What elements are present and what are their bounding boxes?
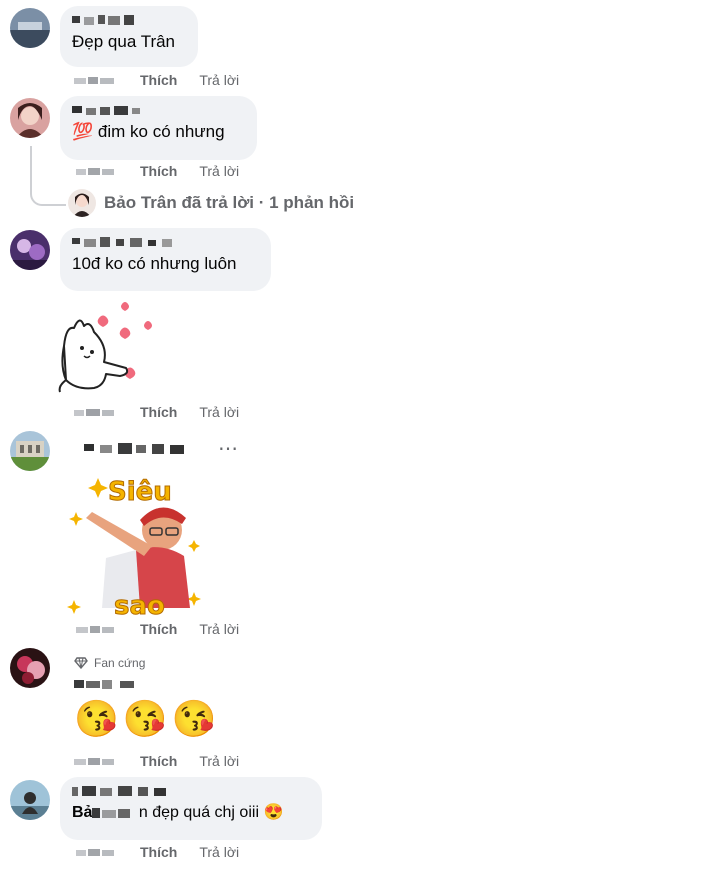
avatar[interactable] [10,431,50,471]
bunny-heart-sticker[interactable] [54,296,160,396]
like-button[interactable]: Thích [140,404,177,420]
comment-bubble: 10đ ko có nhưng luôn [60,228,271,291]
reply-button[interactable]: Trả lời [199,72,239,88]
author-name-redacted[interactable] [74,678,140,690]
timestamp-redacted[interactable] [74,166,118,176]
timestamp-redacted[interactable] [74,847,118,857]
comment-actions: Thích Trả lời [74,72,239,88]
avatar [68,189,96,217]
superstar-sticker[interactable]: Siêu sao [66,468,202,620]
comment-actions: Thích Trả lời [74,163,239,179]
like-button[interactable]: Thích [140,844,177,860]
reply-button[interactable]: Trả lời [199,404,239,420]
avatar[interactable] [10,230,50,270]
avatar[interactable] [10,98,50,138]
diamond-icon [74,657,88,669]
comment-text: n đẹp quá chj oiii [138,804,259,821]
hundred-points-emoji: 💯 [72,122,94,141]
comment-actions: Thích Trả lời [74,621,239,637]
timestamp-redacted[interactable] [74,407,118,417]
author-name-redacted[interactable] [72,236,180,249]
like-button[interactable]: Thích [140,753,177,769]
sticker-text-line1: Siêu [108,477,172,507]
comment-bubble: Bả n đẹp quá chj oiii 😍 [60,777,322,840]
top-fan-badge[interactable]: Fan cứng [74,656,145,670]
like-button[interactable]: Thích [140,163,177,179]
author-name-redacted[interactable] [72,14,142,27]
comment-text: Đẹp qua Trân [72,32,176,51]
timestamp-redacted[interactable] [74,624,118,634]
comment-text: 10đ ko có nhưng luôn [72,254,237,273]
timestamp-redacted[interactable] [74,756,118,766]
heart-eyes-emoji: 😍 [263,804,284,821]
sticker-text-line2: sao [114,591,165,620]
author-name-redacted[interactable] [76,442,190,455]
view-replies-link[interactable]: Bảo Trân đã trả lời · 1 phản hồi [68,189,354,217]
comment-text-row: 💯 đim ko có nhưng [72,121,245,143]
reply-button[interactable]: Trả lời [199,753,239,769]
reply-button[interactable]: Trả lời [199,163,239,179]
tagged-name[interactable]: Bả [72,804,92,821]
comment-text-row: Bả n đẹp quá chj oiii 😍 [72,802,310,824]
kissing-heart-emoji: 😘 [122,698,168,739]
comment-actions: Thích Trả lời [74,844,239,860]
avatar[interactable] [10,648,50,688]
avatar[interactable] [10,8,50,48]
comment-bubble: 💯 đim ko có nhưng [60,96,257,160]
author-name-redacted[interactable] [72,785,176,798]
reply-summary-text: Bảo Trân đã trả lời · 1 phản hồi [104,193,355,212]
timestamp-redacted[interactable] [74,75,118,85]
like-button[interactable]: Thích [140,72,177,88]
emoji-reaction-row: 😘 😘 😘 [74,698,216,740]
tagged-name-redacted[interactable] [92,807,134,819]
more-options-icon[interactable]: ⋯ [218,436,239,461]
comment-actions: Thích Trả lời [74,404,239,420]
like-button[interactable]: Thích [140,621,177,637]
avatar[interactable] [10,780,50,820]
comment-text: đim ko có nhưng [97,122,225,141]
author-name-redacted[interactable] [72,104,144,117]
badge-label: Fan cứng [94,656,146,670]
reply-thread-connector [30,146,66,206]
comment-bubble: Đẹp qua Trân [60,6,198,67]
kissing-heart-emoji: 😘 [171,698,217,739]
comment-actions: Thích Trả lời [74,753,239,769]
reply-button[interactable]: Trả lời [199,844,239,860]
reply-button[interactable]: Trả lời [199,621,239,637]
kissing-heart-emoji: 😘 [74,698,119,739]
